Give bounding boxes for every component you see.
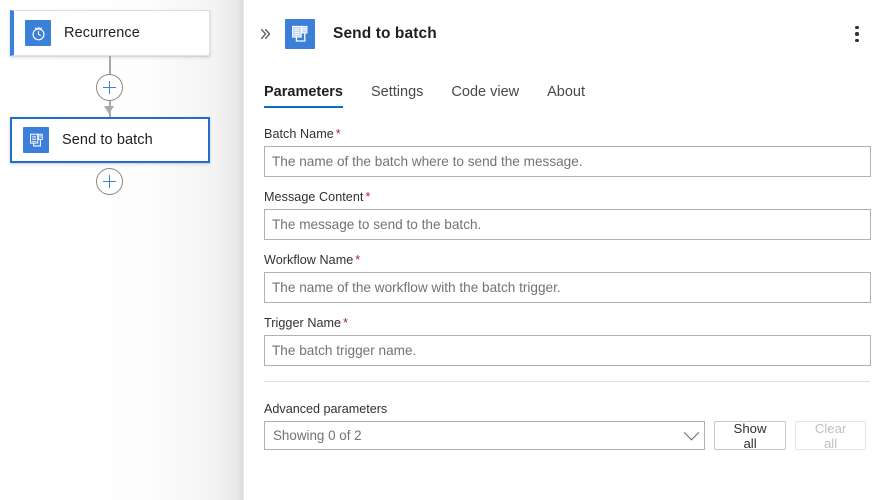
field-trigger-name: Trigger Name * The batch trigger name.: [264, 316, 871, 366]
plus-icon-vertical: [108, 81, 111, 94]
field-message-content: Message Content * The message to send to …: [264, 190, 871, 240]
more-vertical-icon[interactable]: [844, 18, 870, 50]
section-divider: [264, 381, 870, 382]
parameters-form: Batch Name * The name of the batch where …: [244, 108, 880, 451]
workflow-canvas[interactable]: Recurrence Send to batch: [0, 0, 243, 500]
field-label-text: Trigger Name: [264, 316, 342, 330]
show-all-button[interactable]: Show all: [713, 421, 787, 451]
workflow-name-input[interactable]: The name of the workflow with the batch …: [264, 272, 871, 303]
batch-document-icon: [23, 127, 49, 153]
advanced-parameters-dropdown[interactable]: Showing 0 of 2: [264, 421, 705, 450]
logic-app-designer: Recurrence Send to batch Send to batch P…: [0, 0, 880, 500]
message-content-input[interactable]: The message to send to the batch.: [264, 209, 871, 240]
workflow-node-send-to-batch[interactable]: Send to batch: [10, 117, 210, 163]
workflow-node-label: Send to batch: [62, 132, 153, 148]
clear-all-button: Clear all: [795, 421, 866, 451]
field-batch-name: Batch Name * The name of the batch where …: [264, 127, 871, 177]
tab-code-view[interactable]: Code view: [437, 84, 533, 108]
tab-settings[interactable]: Settings: [357, 84, 437, 108]
batch-document-icon: [285, 19, 315, 49]
field-label-text: Batch Name: [264, 127, 334, 141]
plus-icon-vertical: [108, 175, 111, 188]
field-label-text: Message Content: [264, 190, 364, 204]
insert-step-button-2[interactable]: [96, 168, 123, 195]
clock-icon: [25, 20, 51, 46]
action-details-panel: Send to batch Parameters Settings Code v…: [243, 0, 880, 500]
required-asterisk: *: [355, 253, 361, 267]
workflow-node-recurrence[interactable]: Recurrence: [10, 10, 210, 56]
kebab-dot: [855, 32, 859, 36]
required-asterisk: *: [343, 316, 349, 330]
workflow-node-label: Recurrence: [64, 25, 140, 41]
field-label: Batch Name *: [264, 127, 866, 141]
advanced-parameters-row: Showing 0 of 2 Show all Clear all: [264, 421, 866, 451]
panel-tabs: Parameters Settings Code view About: [244, 68, 880, 108]
connector-arrow-icon: [104, 106, 114, 114]
required-asterisk: *: [365, 190, 371, 204]
required-asterisk: *: [335, 127, 341, 141]
chevron-down-icon: [683, 424, 700, 441]
kebab-dot: [855, 38, 859, 43]
batch-name-input[interactable]: The name of the batch where to send the …: [264, 146, 871, 177]
trigger-name-input[interactable]: The batch trigger name.: [264, 335, 871, 366]
field-label: Trigger Name *: [264, 316, 866, 330]
field-label: Message Content *: [264, 190, 866, 204]
kebab-dot: [855, 25, 859, 30]
double-chevron-right-icon[interactable]: [256, 24, 276, 44]
field-label-text: Workflow Name: [264, 253, 354, 267]
field-label: Workflow Name *: [264, 253, 866, 267]
tab-about[interactable]: About: [533, 84, 599, 108]
field-workflow-name: Workflow Name * The name of the workflow …: [264, 253, 871, 303]
node-connector-line: [109, 56, 111, 76]
panel-header: Send to batch: [244, 0, 880, 68]
advanced-parameters-dropdown-value: Showing 0 of 2: [273, 428, 362, 443]
advanced-parameters-label: Advanced parameters: [264, 402, 388, 416]
page-title: Send to batch: [333, 25, 437, 42]
insert-step-button-1[interactable]: [96, 74, 123, 101]
tab-parameters[interactable]: Parameters: [264, 84, 357, 108]
